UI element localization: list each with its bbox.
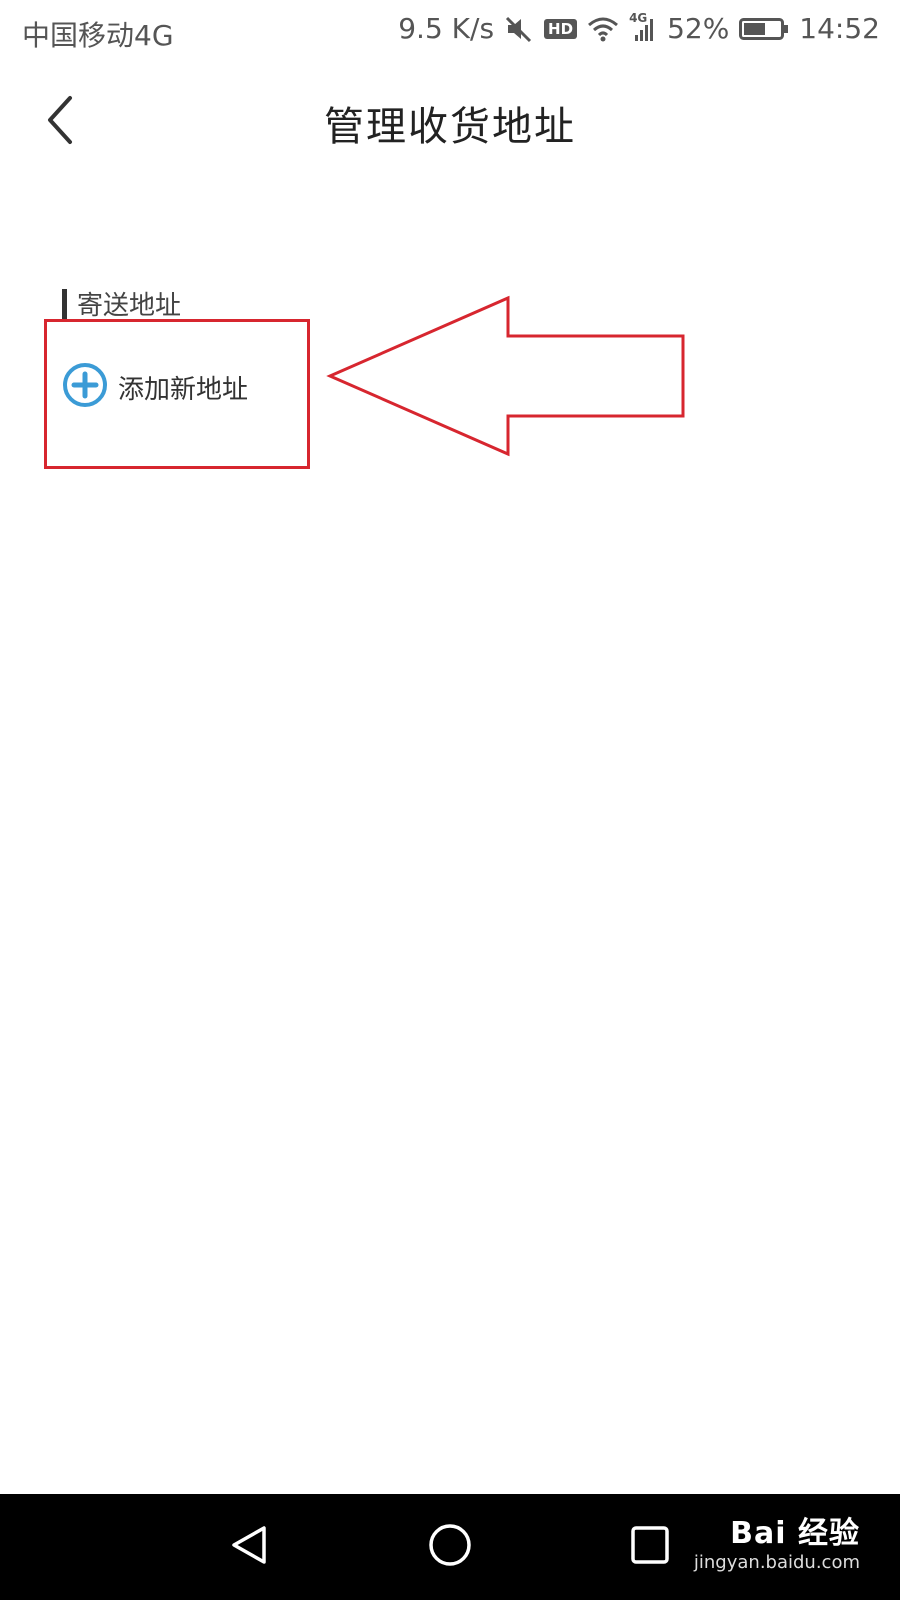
triangle-back-icon <box>228 1523 272 1571</box>
section-label: 寄送地址 <box>77 291 182 321</box>
battery-icon <box>739 16 789 42</box>
annotation-arrow-icon <box>325 294 685 466</box>
add-address-label: 添加新地址 <box>118 374 249 405</box>
hd-icon: HD <box>544 18 578 39</box>
circle-home-icon <box>427 1522 473 1572</box>
carrier-label: 中国移动4G <box>22 19 174 52</box>
square-recent-icon <box>628 1523 672 1571</box>
screen: 中国移动4G 9.5 K/s HD 4G 52% 14:52 管理收货地址 寄送… <box>0 0 900 1600</box>
status-icons: 9.5 K/s HD 4G 52% 14:52 <box>398 11 880 46</box>
section-heading: 寄送地址 <box>62 285 181 322</box>
watermark-main: Bai 经验 <box>730 1516 860 1551</box>
mute-icon <box>504 14 534 44</box>
battery-percent: 52% <box>667 12 730 45</box>
status-bar: 中国移动4G 9.5 K/s HD 4G 52% 14:52 <box>0 0 900 64</box>
watermark-sub: jingyan.baidu.com <box>693 1552 860 1573</box>
page-title: 管理收货地址 <box>324 104 576 150</box>
nav-back-button[interactable] <box>225 1522 275 1572</box>
plus-circle-icon <box>62 362 108 412</box>
wifi-icon <box>587 15 619 43</box>
signal-icon: 4G <box>629 11 657 43</box>
watermark-logo: Bai 经验 jingyan.baidu.com <box>694 1508 860 1573</box>
section-marker <box>62 288 67 319</box>
add-address-button[interactable]: 添加新地址 <box>62 362 248 412</box>
nav-home-button[interactable] <box>425 1522 475 1572</box>
network-speed: 9.5 K/s <box>398 12 495 45</box>
header: 管理收货地址 <box>0 80 900 170</box>
nav-recent-button[interactable] <box>625 1522 675 1572</box>
navigation-bar: Bai 经验 jingyan.baidu.com <box>0 1494 900 1600</box>
clock: 14:52 <box>799 12 880 45</box>
network-type: 4G <box>629 10 648 25</box>
